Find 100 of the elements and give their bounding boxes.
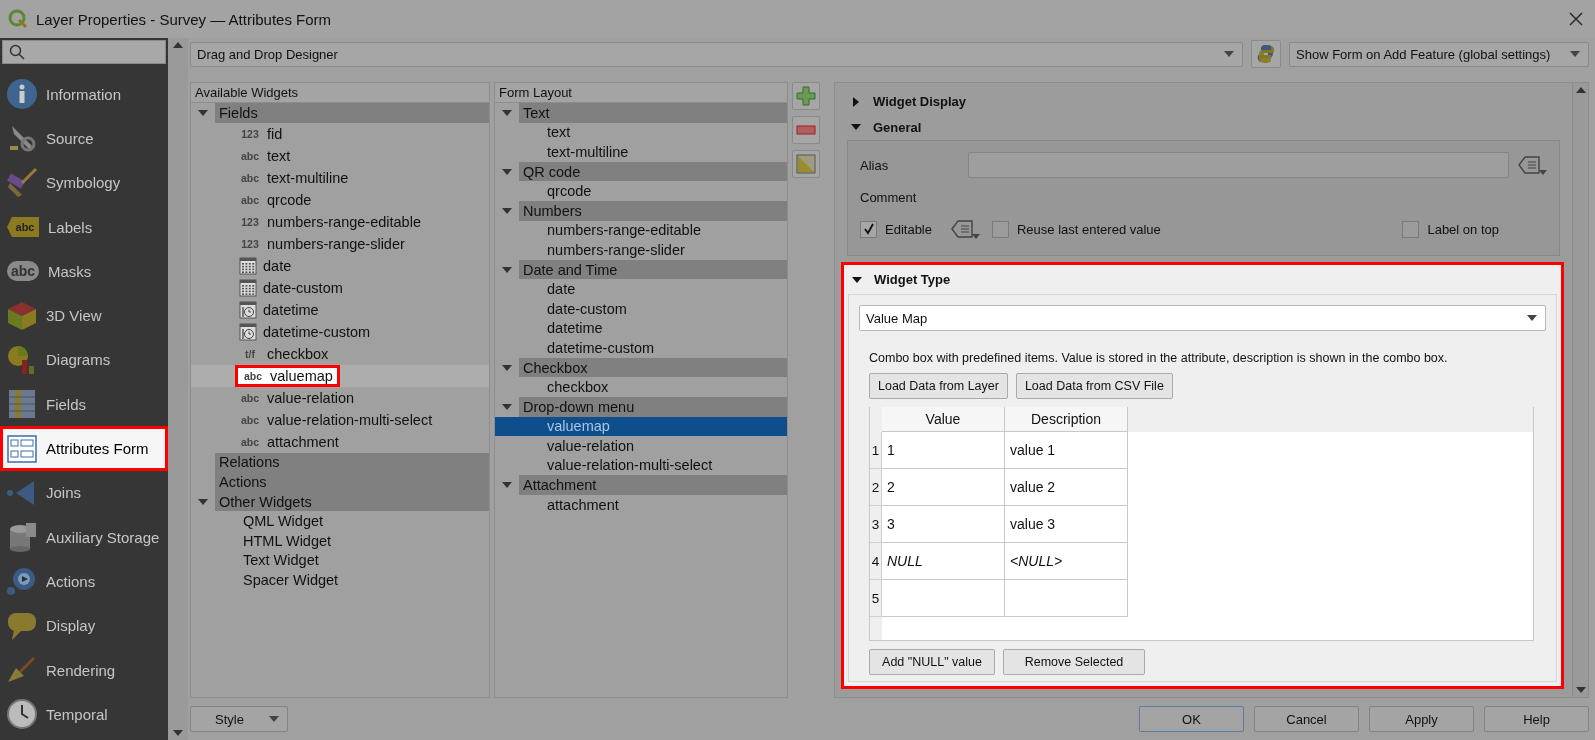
section-header[interactable]: General bbox=[841, 114, 1564, 140]
dialog-button[interactable]: Help bbox=[1484, 706, 1589, 732]
table-cell[interactable] bbox=[1005, 580, 1128, 617]
field-item[interactable]: date bbox=[235, 254, 296, 277]
sidebar-item[interactable]: Diagrams bbox=[0, 337, 168, 383]
table-cell[interactable]: value 1 bbox=[1005, 432, 1128, 469]
tree-group[interactable]: Relations bbox=[215, 452, 489, 473]
table-cell[interactable]: NULL bbox=[882, 543, 1005, 580]
sidebar-item[interactable]: Auxiliary Storage bbox=[0, 514, 168, 560]
dialog-button[interactable]: Apply bbox=[1369, 706, 1474, 732]
table-action-button[interactable]: Add "NULL" value bbox=[869, 649, 995, 675]
sidebar-item[interactable]: abc Labels bbox=[0, 204, 168, 250]
field-item[interactable]: datetime-custom bbox=[235, 320, 375, 343]
collapse-arrow-icon[interactable] bbox=[852, 274, 862, 285]
table-cell[interactable]: value 2 bbox=[1005, 469, 1128, 506]
tree-item[interactable]: numbers-range-slider bbox=[495, 240, 787, 260]
tree-item[interactable]: HTML Widget bbox=[191, 530, 489, 551]
tree-item[interactable]: checkbox bbox=[495, 377, 787, 397]
sidebar-item[interactable]: Attributes Form bbox=[0, 426, 168, 471]
load-data-button[interactable]: Load Data from CSV File bbox=[1015, 373, 1173, 399]
tree-item[interactable]: datetime-custom bbox=[495, 338, 787, 358]
tree-group[interactable]: Attachment bbox=[519, 475, 787, 495]
sidebar-item[interactable]: Symbology bbox=[0, 160, 168, 205]
sidebar-item[interactable]: Fields bbox=[0, 382, 168, 427]
sidebar-item[interactable]: Actions bbox=[0, 559, 168, 604]
widget-type-dropdown[interactable]: Value Map bbox=[859, 305, 1546, 331]
load-data-button[interactable]: Load Data from Layer bbox=[869, 373, 1008, 399]
field-item[interactable]: 123 numbers-range-editable bbox=[235, 210, 425, 233]
field-item[interactable]: datetime bbox=[235, 298, 323, 321]
tree-item[interactable]: datetime bbox=[495, 318, 787, 339]
designer-mode-dropdown[interactable]: Drag and Drop Designer bbox=[190, 41, 1243, 67]
tree-group[interactable]: Actions bbox=[215, 472, 489, 492]
show-form-dropdown[interactable]: Show Form on Add Feature (global settings) bbox=[1289, 41, 1589, 67]
scroll-up-icon[interactable] bbox=[173, 42, 183, 48]
tree-item[interactable]: attachment bbox=[495, 494, 787, 515]
search-field[interactable] bbox=[2, 40, 166, 64]
tree-group[interactable]: Text bbox=[519, 103, 787, 123]
python-button[interactable] bbox=[1251, 40, 1281, 68]
dialog-button[interactable]: OK bbox=[1139, 706, 1244, 732]
remove-button[interactable] bbox=[792, 116, 820, 144]
sidebar-item[interactable]: Temporal bbox=[0, 692, 168, 737]
checkbox[interactable] bbox=[860, 220, 877, 238]
tree-group[interactable]: Drop-down menu bbox=[519, 396, 787, 417]
tree-item[interactable]: qrcode bbox=[495, 181, 787, 201]
field-item[interactable]: abc valuemap bbox=[235, 364, 340, 387]
scroll-down-icon[interactable] bbox=[173, 730, 183, 736]
table-cell[interactable]: <NULL> bbox=[1005, 543, 1128, 580]
tree-group[interactable]: Checkbox bbox=[519, 357, 787, 378]
scroll-down-icon[interactable] bbox=[1575, 687, 1586, 693]
tree-item[interactable]: Spacer Widget bbox=[191, 570, 489, 590]
sidebar-item[interactable]: 3D View bbox=[0, 293, 168, 338]
section-header[interactable]: Widget Display bbox=[841, 89, 1564, 115]
field-item[interactable]: 123 fid bbox=[235, 122, 287, 145]
tree-item[interactable]: Text Widget bbox=[191, 550, 489, 571]
scrollbar[interactable] bbox=[168, 38, 188, 740]
tree-item[interactable]: valuemap bbox=[495, 416, 787, 437]
table-cell[interactable] bbox=[882, 580, 1005, 617]
checkbox[interactable] bbox=[1402, 220, 1420, 238]
field-item[interactable]: abc text bbox=[235, 144, 295, 167]
style-button[interactable]: Style bbox=[190, 706, 288, 732]
tree-item[interactable]: value-relation-multi-select bbox=[495, 455, 787, 476]
tree-group[interactable]: Fields bbox=[215, 103, 489, 123]
tree-group[interactable]: QR code bbox=[519, 161, 787, 182]
section-header[interactable]: Widget Type bbox=[848, 265, 1557, 294]
tree-item[interactable]: value-relation bbox=[495, 436, 787, 456]
tree-group[interactable]: Other Widgets bbox=[215, 491, 489, 512]
tree-item[interactable]: text bbox=[495, 122, 787, 143]
table-cell[interactable]: value 3 bbox=[1005, 506, 1128, 543]
field-item[interactable]: abc qrcode bbox=[235, 188, 316, 211]
tree-item[interactable]: numbers-range-editable bbox=[495, 220, 787, 241]
dialog-button[interactable]: Cancel bbox=[1254, 706, 1359, 732]
field-item[interactable]: t/f checkbox bbox=[235, 342, 333, 365]
expand-arrow-icon[interactable] bbox=[851, 96, 861, 107]
checkbox[interactable] bbox=[992, 220, 1009, 238]
scrollbar[interactable] bbox=[1572, 83, 1588, 697]
alias-field[interactable] bbox=[968, 152, 1509, 178]
sidebar-item[interactable]: Display bbox=[0, 603, 168, 648]
tree-group[interactable]: Date and Time bbox=[519, 259, 787, 280]
table-cell[interactable]: 3 bbox=[882, 506, 1005, 543]
tree-item[interactable]: date-custom bbox=[495, 298, 787, 319]
tree-group[interactable]: Numbers bbox=[519, 200, 787, 221]
field-item[interactable]: abc value-relation bbox=[235, 386, 359, 409]
data-defined-icon[interactable] bbox=[950, 218, 980, 240]
sidebar-item[interactable]: Joins bbox=[0, 470, 168, 515]
tree-item[interactable]: text-multiline bbox=[495, 142, 787, 162]
field-item[interactable]: abc attachment bbox=[235, 430, 343, 453]
sidebar-item[interactable]: Source bbox=[0, 116, 168, 161]
sidebar-item[interactable]: abc Masks bbox=[0, 249, 168, 294]
data-defined-icon[interactable] bbox=[1517, 154, 1547, 176]
column-header[interactable]: Value bbox=[882, 407, 1005, 432]
sidebar-item[interactable]: Rendering bbox=[0, 647, 168, 693]
field-item[interactable]: 123 numbers-range-slider bbox=[235, 232, 409, 255]
close-icon[interactable] bbox=[1569, 12, 1583, 26]
table-action-button[interactable]: Remove Selected bbox=[1003, 649, 1145, 675]
tree-item[interactable]: QML Widget bbox=[191, 511, 489, 531]
field-item[interactable]: abc value-relation-multi-select bbox=[235, 408, 437, 431]
scroll-up-icon[interactable] bbox=[1575, 87, 1586, 93]
field-item[interactable]: abc text-multiline bbox=[235, 166, 353, 189]
sidebar-item[interactable]: Information bbox=[0, 72, 168, 117]
field-item[interactable]: date-custom bbox=[235, 276, 347, 299]
